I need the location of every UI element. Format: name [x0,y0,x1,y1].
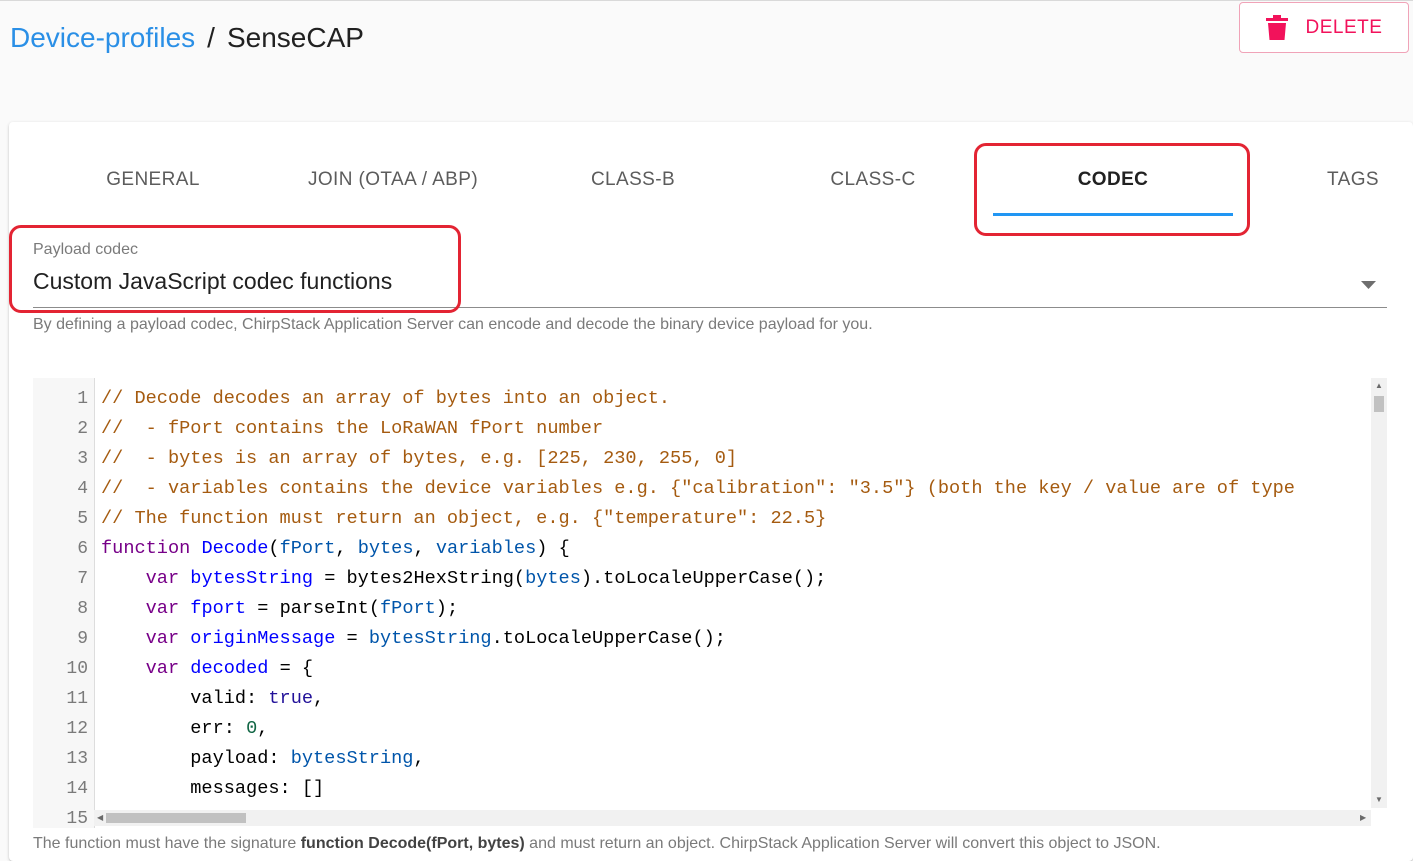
editor-horizontal-scrollbar[interactable]: ◀ ▶ [94,810,1371,826]
code-line[interactable]: var decoded = { [101,654,313,684]
delete-button[interactable]: DELETE [1239,2,1409,53]
helper-signature: function Decode(fPort, bytes) [300,835,525,852]
delete-button-label: DELETE [1305,16,1383,38]
breadcrumb-device-profiles-link[interactable]: Device-profiles [10,22,195,53]
code-line[interactable]: payload: bytesString, [101,744,424,774]
scroll-up-icon[interactable]: ▲ [1375,382,1383,390]
line-number: 3 [77,449,88,469]
breadcrumb-separator: / [207,22,215,53]
line-number: 15 [66,809,88,828]
payload-codec-underline [33,307,1387,308]
line-number: 6 [77,539,88,559]
line-number: 2 [77,419,88,439]
code-line[interactable]: var bytesString = bytes2HexString(bytes)… [101,564,827,594]
code-line[interactable]: valid: true, [101,684,324,714]
code-line[interactable]: function Decode(fPort, bytes, variables)… [101,534,570,564]
code-line[interactable]: err: 0, [101,714,268,744]
top-border [0,0,1413,1]
tab-general[interactable]: GENERAL [33,148,273,212]
line-number: 12 [66,719,88,739]
helper-suffix: and must return an object. ChirpStack Ap… [524,835,1161,852]
tab-join[interactable]: JOIN (OTAA / ABP) [273,148,513,212]
codec-function-helper: The function must have the signature fun… [33,835,1161,853]
tab-tags[interactable]: TAGS [1233,148,1413,212]
code-line[interactable]: // Decode decodes an array of bytes into… [101,384,670,414]
code-editor[interactable]: 1 2 3 4 5 6 7 8 9 10 11 12 13 14 15 // D… [33,378,1387,828]
line-number: 13 [66,749,88,769]
line-number-gutter: 1 2 3 4 5 6 7 8 9 10 11 12 13 14 15 [33,378,95,828]
line-number: 1 [77,389,88,409]
breadcrumb: Device-profiles / SenseCAP [10,20,364,56]
line-number: 10 [66,659,88,679]
code-line[interactable]: // - bytes is an array of bytes, e.g. [2… [101,444,737,474]
line-number: 11 [66,689,88,709]
line-number: 9 [77,629,88,649]
code-line[interactable]: var fport = parseInt(fPort); [101,594,458,624]
line-number: 4 [77,479,88,499]
line-number: 5 [77,509,88,529]
line-number: 7 [77,569,88,589]
code-line[interactable]: // - fPort contains the LoRaWAN fPort nu… [101,414,603,444]
tab-class-c[interactable]: CLASS-C [753,148,993,212]
breadcrumb-current: SenseCAP [226,22,364,53]
active-tab-indicator [993,213,1233,216]
payload-codec-select[interactable]: Custom JavaScript codec functions [33,268,392,295]
helper-prefix: The function must have the signature [33,835,301,852]
editor-vertical-scrollbar[interactable]: ▲ ▼ [1371,378,1387,808]
trash-icon [1265,14,1288,40]
scroll-down-icon[interactable]: ▼ [1375,796,1383,804]
payload-codec-label: Payload codec [33,241,138,258]
code-line[interactable]: messages: [] [101,774,324,804]
vertical-scroll-thumb[interactable] [1374,396,1384,412]
code-line[interactable]: // - variables contains the device varia… [101,474,1295,504]
code-line[interactable]: var originMessage = bytesString.toLocale… [101,624,726,654]
tab-class-b[interactable]: CLASS-B [513,148,753,212]
payload-codec-helper: By defining a payload codec, ChirpStack … [33,316,873,333]
scroll-right-icon[interactable]: ▶ [1360,814,1366,822]
caret-down-icon[interactable] [1361,281,1376,289]
code-line[interactable]: // The function must return an object, e… [101,504,826,534]
horizontal-scroll-thumb[interactable] [106,813,246,823]
line-number: 14 [66,779,88,799]
scroll-left-icon[interactable]: ◀ [97,814,103,822]
line-number: 8 [77,599,88,619]
tab-codec[interactable]: CODEC [993,148,1233,212]
